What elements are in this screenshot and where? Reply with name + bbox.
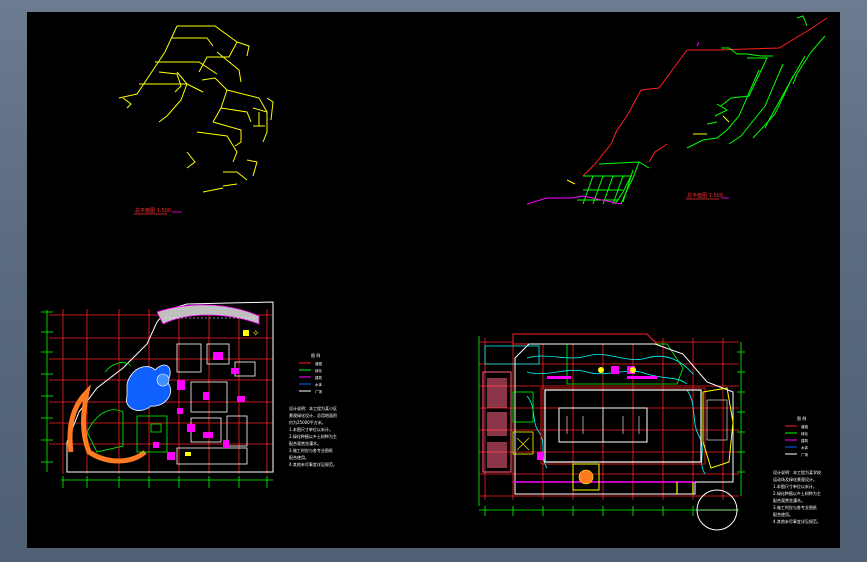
cad-drawing-sheet[interactable]: 总平面图 1:500 总平面图 1:500 ✧ 图 例 道路 绿化 建筑 水体 … — [27, 12, 840, 548]
note-line-right: 1.本图尺寸单位以米计。 — [773, 483, 817, 489]
site-plan-left: ✧ 图 例 道路 绿化 建筑 水体 广场 设计说明：本工程为某小区 景观绿化设计… — [41, 301, 337, 488]
legend-title-right: 图 例 — [797, 415, 806, 421]
view-label-left: 总平面图 1:500 — [135, 207, 171, 214]
notes-left: 设计说明：本工程为某小区 景观绿化设计，总用地面积 约为25000平方米。 1.… — [289, 405, 337, 467]
legend-left: 图 例 道路 绿化 建筑 水体 广场 — [299, 352, 323, 394]
note-line-left: 约为25000平方米。 — [289, 419, 326, 425]
legend-right: 图 例 道路 绿化 建筑 水体 广场 — [785, 415, 809, 457]
note-line-right: 配合使用。 — [773, 511, 793, 517]
note-line-left: 配合观赏花灌木。 — [289, 440, 321, 446]
legend-item-left: 水体 — [315, 382, 323, 387]
svg-text:✧: ✧ — [252, 329, 260, 339]
legend-item-right: 广场 — [801, 452, 809, 457]
legend-title-left: 图 例 — [311, 352, 320, 358]
water-body-left — [125, 364, 172, 411]
building-cluster-right — [482, 371, 534, 473]
buildings-left — [176, 343, 256, 465]
site-boundary-right — [514, 343, 734, 495]
legend-item-left: 道路 — [315, 361, 323, 366]
legend-item-left: 建筑 — [315, 375, 323, 380]
note-line-right: 2.绿化种植以乡土树种为主 — [773, 490, 821, 496]
note-line-left: 2.绿化种植以乡土树种为主 — [289, 433, 337, 439]
note-line-left: 1.本图尺寸单位以米计。 — [289, 426, 333, 432]
legend-item-left: 广场 — [315, 389, 323, 394]
legend-item-right: 绿化 — [801, 431, 809, 436]
note-line-left: 4.其他未尽事宜详见规范。 — [289, 461, 337, 467]
notes-right: 设计说明：本工程为某学校 运动场及绿化景观设计。 1.本图尺寸单位以米计。 2.… — [773, 469, 821, 524]
sports-field — [540, 387, 706, 465]
legend-item-right: 道路 — [801, 424, 809, 429]
note-line-left: 景观绿化设计，总用地面积 — [289, 412, 337, 418]
legend-item-right: 建筑 — [801, 438, 809, 443]
legend-item-left: 绿化 — [315, 368, 323, 373]
view-label-right: 总平面图 1:500 — [687, 192, 723, 199]
arc-building-left — [156, 304, 260, 325]
note-line-left: 设计说明：本工程为某小区 — [289, 405, 337, 411]
note-line-right: 配合观赏花灌木。 — [773, 497, 805, 503]
perspective-left — [118, 25, 274, 193]
note-line-left: 3.施工时应与各专业图纸 — [289, 447, 333, 453]
legend-item-right: 水体 — [801, 445, 809, 450]
note-line-right: 3.施工时应与各专业图纸 — [773, 504, 817, 510]
magenta-features-right — [537, 366, 657, 460]
perspective-right — [526, 15, 828, 205]
note-line-left: 配合使用。 — [289, 454, 309, 460]
note-line-right: 设计说明：本工程为某学校 — [773, 469, 821, 475]
grid-right — [479, 338, 739, 500]
site-plan-right: 图 例 道路 绿化 建筑 水体 广场 设计说明：本工程为某学校 运动场及绿化景观… — [478, 333, 821, 531]
note-line-right: 4.其他未尽事宜详见规范。 — [773, 518, 821, 524]
cad-canvas: 总平面图 1:500 总平面图 1:500 ✧ 图 例 道路 绿化 建筑 水体 … — [41, 15, 828, 531]
note-line-right: 运动场及绿化景观设计。 — [773, 476, 817, 482]
